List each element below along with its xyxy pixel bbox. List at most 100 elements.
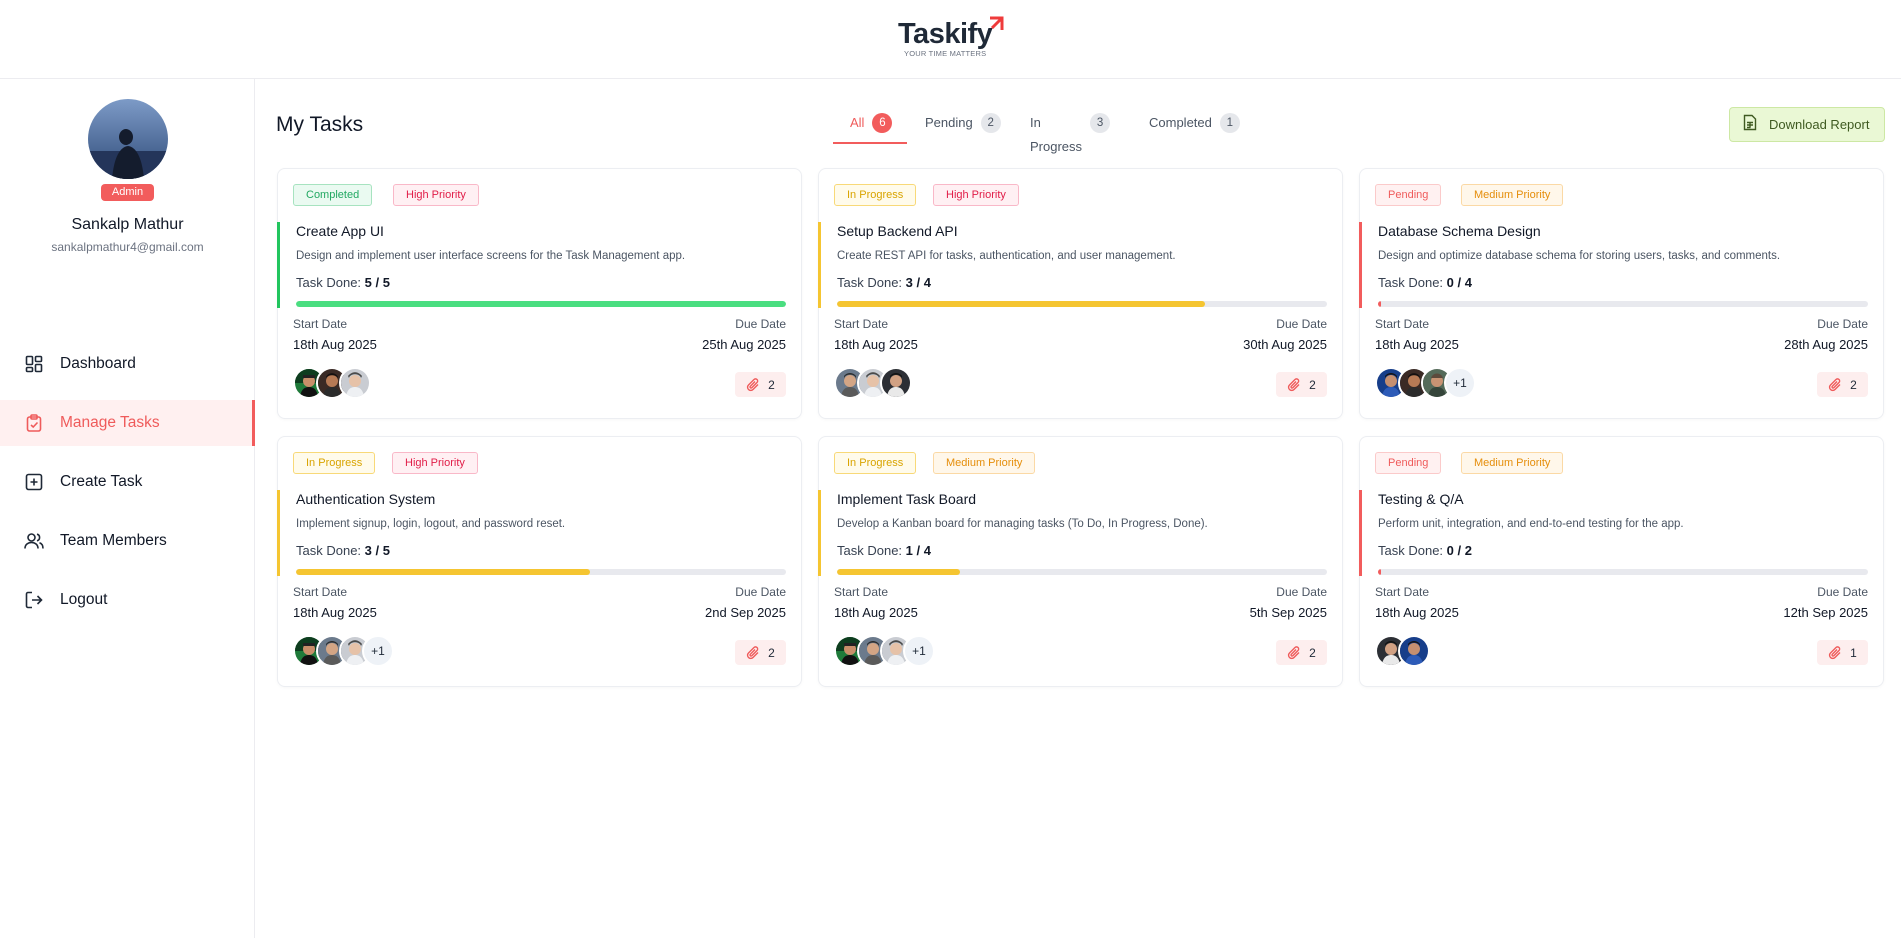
sidebar-item-create-task[interactable]: Create Task [0, 459, 255, 505]
task-done-count: 0 / 2 [1446, 543, 1472, 558]
sidebar-item-team-members[interactable]: Team Members [0, 518, 255, 564]
task-done-row: Task Done: 1 / 4 [837, 543, 931, 558]
attachment-count: 2 [1850, 377, 1857, 392]
start-date-value: 18th Aug 2025 [1375, 337, 1459, 352]
attachments-button[interactable]: 2 [735, 372, 786, 397]
member-avatar[interactable] [339, 367, 371, 399]
sidebar-item-logout[interactable]: Logout [0, 577, 255, 623]
start-date-value: 18th Aug 2025 [293, 605, 377, 620]
attachments-button[interactable]: 2 [1817, 372, 1868, 397]
start-date-value: 18th Aug 2025 [293, 337, 377, 352]
task-description: Design and implement user interface scre… [296, 250, 686, 262]
sidebar-item-label: Manage Tasks [60, 414, 160, 431]
sidebar-item-label: Dashboard [60, 355, 136, 372]
attachments-button[interactable]: 1 [1817, 640, 1868, 665]
tab-count-badge: 3 [1090, 113, 1111, 133]
attachments-button[interactable]: 2 [1276, 372, 1327, 397]
profile-avatar[interactable] [88, 99, 168, 179]
tab-completed[interactable]: Completed 1 [1149, 111, 1240, 144]
due-date-label: Due Date [735, 585, 786, 599]
tab-pending[interactable]: Pending 2 [925, 111, 1001, 144]
tab-label: Pending [925, 115, 973, 130]
sidebar-item-manage-tasks[interactable]: Manage Tasks [0, 400, 255, 446]
paperclip-icon [1288, 377, 1300, 391]
attachment-count: 2 [1309, 645, 1316, 660]
start-date-label: Start Date [293, 585, 348, 599]
tab-label: In Progress [1030, 115, 1083, 154]
status-badge: Completed [293, 184, 373, 206]
paperclip-icon [1288, 645, 1300, 659]
sidebar: Admin Sankalp Mathur sankalpmathur4@gmai… [0, 79, 255, 938]
progress-fill [837, 301, 1205, 307]
app-logo[interactable]: Taskify YOUR TIME MATTERS [898, 16, 1010, 64]
paperclip-icon [1829, 645, 1841, 659]
due-date-value: 2nd Sep 2025 [705, 605, 786, 620]
start-date-value: 18th Aug 2025 [1375, 605, 1459, 620]
task-done-count: 3 / 5 [364, 543, 390, 558]
task-description: Create REST API for tasks, authenticatio… [837, 250, 1176, 262]
task-done-label: Task Done: [1378, 543, 1444, 558]
status-badge: In Progress [834, 184, 917, 206]
sidebar-item-label: Team Members [60, 532, 167, 549]
member-avatar[interactable] [880, 367, 912, 399]
start-date-value: 18th Aug 2025 [834, 337, 918, 352]
task-done-count: 0 / 4 [1446, 275, 1472, 290]
attachments-button[interactable]: 2 [1276, 640, 1327, 665]
priority-badge: High Priority [933, 184, 1019, 206]
due-date-label: Due Date [1817, 585, 1868, 599]
more-members-badge[interactable]: +1 [1444, 367, 1476, 399]
task-card[interactable]: Completed High Priority Create App UI Desig… [277, 168, 802, 419]
progress-bar [296, 301, 786, 307]
logo-text: Taskify [898, 18, 993, 50]
more-members-badge[interactable]: +1 [362, 635, 394, 667]
logo-tagline: YOUR TIME MATTERS [904, 49, 987, 58]
priority-badge: Medium Priority [1461, 452, 1564, 474]
start-date-value: 18th Aug 2025 [834, 605, 918, 620]
task-title: Authentication System [296, 491, 436, 507]
task-title: Testing & Q/A [1378, 491, 1464, 507]
logo-arrow-icon [990, 16, 1004, 30]
member-avatar[interactable] [1398, 635, 1430, 667]
sidebar-item-dashboard[interactable]: Dashboard [0, 341, 255, 387]
due-date-label: Due Date [735, 317, 786, 331]
task-description: Develop a Kanban board for managing task… [837, 518, 1208, 530]
task-card[interactable]: Pending Medium Priority Database Schema De… [1359, 168, 1884, 419]
task-description: Design and optimize database schema for … [1378, 250, 1781, 262]
status-accent-bar [277, 222, 280, 308]
page-title: My Tasks [276, 113, 364, 136]
download-report-button[interactable]: Download Report [1729, 107, 1885, 142]
status-accent-bar [277, 490, 280, 576]
tab-in-progress[interactable]: In Progress 3 [1030, 111, 1111, 154]
user-email: sankalpmathur4@gmail.com [51, 240, 204, 254]
tab-label: All [850, 115, 865, 130]
due-date-value: 25th Aug 2025 [702, 337, 786, 352]
progress-bar [837, 301, 1327, 307]
tab-all[interactable]: All 6 [833, 111, 908, 144]
task-done-count: 5 / 5 [364, 275, 390, 290]
attachment-count: 2 [768, 377, 775, 392]
task-card[interactable]: In Progress Medium Priority Implement Task… [818, 436, 1343, 687]
progress-fill [837, 569, 960, 575]
task-card[interactable]: In Progress High Priority Authentication S… [277, 436, 802, 687]
due-date-label: Due Date [1276, 317, 1327, 331]
sidebar-item-label: Create Task [60, 473, 143, 490]
start-date-label: Start Date [834, 585, 889, 599]
plus-square-icon [24, 472, 44, 492]
assigned-members [1375, 635, 1430, 667]
more-members-badge[interactable]: +1 [903, 635, 935, 667]
clipboard-icon [24, 413, 44, 433]
task-card[interactable]: Pending Medium Priority Testing & Q/A Perfo… [1359, 436, 1884, 687]
task-title: Implement Task Board [837, 491, 977, 507]
tab-count-badge: 1 [1219, 113, 1240, 133]
task-title: Setup Backend API [837, 223, 958, 239]
task-done-row: Task Done: 3 / 4 [837, 275, 931, 290]
task-card[interactable]: In Progress High Priority Setup Backend AP… [818, 168, 1343, 419]
tab-count-badge: 6 [872, 113, 893, 133]
attachments-button[interactable]: 2 [735, 640, 786, 665]
status-accent-bar [818, 490, 821, 576]
tab-count-badge: 2 [980, 113, 1001, 133]
task-done-label: Task Done: [837, 543, 903, 558]
attachment-count: 2 [768, 645, 775, 660]
status-accent-bar [1359, 490, 1362, 576]
status-accent-bar [1359, 222, 1362, 308]
